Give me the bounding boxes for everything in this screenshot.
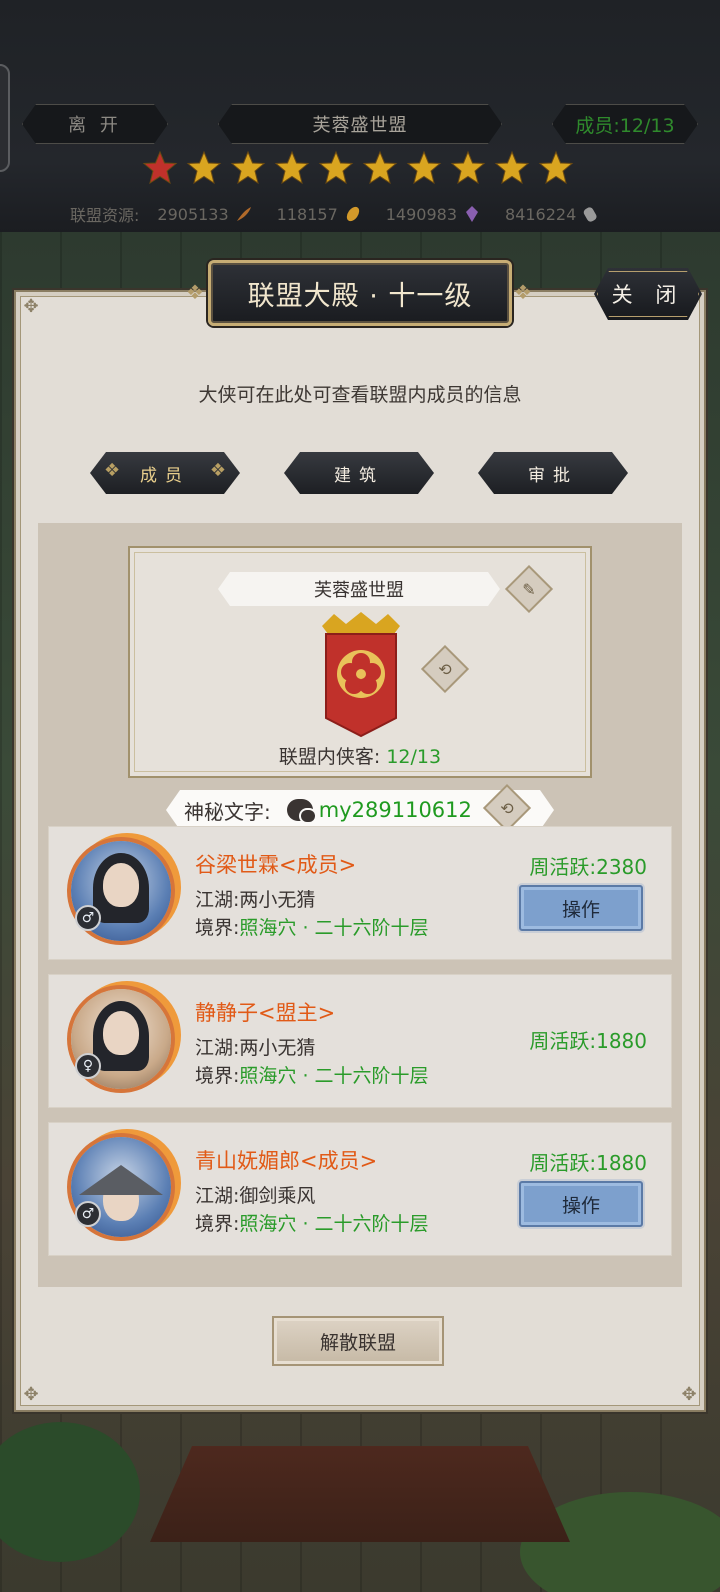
weekly-activity: 周活跃:2380 (529, 855, 647, 879)
realm-value: 照海穴 · 二十六阶十层 (239, 917, 429, 939)
leaf-coin-icon (344, 205, 362, 223)
male-icon: ♂ (75, 905, 101, 931)
member-name: 谷梁世霖<成员> (195, 853, 357, 877)
jianghu-label: 江湖: (195, 1037, 240, 1059)
alliance-name-header: 芙蓉盛世盟 (218, 104, 502, 144)
tab-label: 审批 (528, 465, 578, 486)
tab-members[interactable]: ❖ 成员 ❖ (90, 452, 240, 494)
member-card[interactable]: ♀ 静静子<盟主> 江湖:两小无猜 境界:照海穴 · 二十六阶十层 周活跃:18… (48, 974, 672, 1108)
resource-item: 1490983 (386, 205, 481, 224)
operate-button[interactable]: 操作 (519, 1181, 643, 1227)
realm-label: 境界: (195, 917, 240, 939)
secret-label: 神秘文字: (184, 799, 271, 824)
title-ornament-right: ❖ (514, 280, 532, 304)
weekly-activity: 周活跃:1880 (529, 1029, 647, 1053)
female-icon: ♀ (75, 1053, 101, 1079)
title-ornament-left: ❖ (186, 280, 204, 304)
tab-approval[interactable]: 审批 (478, 452, 628, 494)
resource-item: 2905133 (157, 205, 252, 224)
tab-ornament-icon: ❖ (209, 460, 226, 481)
realm-value: 照海穴 · 二十六阶十层 (239, 1065, 429, 1087)
realm-label: 境界: (195, 1065, 240, 1087)
member-count-label: 联盟内侠客: (278, 746, 381, 768)
member-realm: 境界:照海穴 · 二十六阶十层 (195, 913, 429, 940)
tab-buildings[interactable]: 建筑 (284, 452, 434, 494)
realm-value: 照海穴 · 二十六阶十层 (239, 1213, 429, 1235)
crystal-icon (463, 205, 481, 223)
star-icon (362, 150, 398, 186)
alliance-resources: 联盟资源: 2905133 118157 1490983 8416224 (70, 202, 624, 226)
operate-button[interactable]: 操作 (519, 885, 643, 931)
weekly-activity: 周活跃:1880 (529, 1151, 647, 1175)
close-button[interactable]: 关 闭 (594, 268, 702, 320)
jianghu-value: 御剑乘风 (239, 1185, 316, 1207)
star-icon (274, 150, 310, 186)
panel-title: 联盟大殿 · 十一级 (208, 260, 512, 326)
panel-description: 大侠可在此处可查看联盟内成员的信息 (198, 384, 522, 406)
star-icon (538, 150, 574, 186)
alliance-name: 芙蓉盛世盟 (218, 572, 500, 606)
member-jianghu: 江湖:两小无猜 (195, 1033, 315, 1060)
star-icon (186, 150, 222, 186)
member-realm: 境界:照海穴 · 二十六阶十层 (195, 1209, 429, 1236)
member-jianghu: 江湖:两小无猜 (195, 885, 315, 912)
alliance-star-rating (142, 150, 574, 186)
disband-alliance-button[interactable]: 解散联盟 (272, 1316, 444, 1366)
resource-item: 118157 (277, 205, 362, 224)
jianghu-label: 江湖: (195, 1185, 240, 1207)
alliance-banner-emblem (316, 612, 406, 740)
avatar-face (103, 1011, 139, 1055)
refresh-icon: ⟲ (500, 798, 514, 818)
corner-ornament: ✥ (23, 1384, 39, 1405)
star-icon (450, 150, 486, 186)
jianghu-value: 两小无猜 (239, 889, 316, 911)
resource-value: 2905133 (157, 204, 229, 224)
star-icon (406, 150, 442, 186)
resource-value: 1490983 (385, 204, 458, 224)
star-icon (318, 150, 354, 186)
member-realm: 境界:照海穴 · 二十六阶十层 (195, 1061, 429, 1088)
corner-ornament: ✥ (681, 1384, 697, 1405)
male-icon: ♂ (75, 1201, 101, 1227)
member-jianghu: 江湖:御剑乘风 (195, 1181, 315, 1208)
tab-label: 成员 (140, 465, 190, 486)
secret-value: my289110612 (318, 798, 472, 822)
alliance-header: 离 开 芙蓉盛世盟 成员:12/13 联盟资源: 2905133 118157 … (0, 0, 720, 232)
tab-label: 建筑 (334, 465, 384, 486)
scroll-icon (582, 205, 600, 223)
refresh-icon: ⟲ (438, 659, 452, 679)
leave-button[interactable]: 离 开 (22, 104, 168, 144)
realm-label: 境界: (195, 1213, 240, 1235)
resources-label: 联盟资源: (70, 206, 140, 225)
refresh-secret-button[interactable]: ⟲ (486, 787, 528, 829)
resource-value: 8416224 (505, 204, 577, 224)
corner-ornament: ✥ (23, 296, 39, 317)
member-card[interactable]: ♂ 谷梁世霖<成员> 江湖:两小无猜 境界:照海穴 · 二十六阶十层 周活跃:2… (48, 826, 672, 960)
pen-icon: ✎ (522, 579, 536, 599)
star-icon (142, 150, 178, 186)
jianghu-value: 两小无猜 (239, 1037, 316, 1059)
change-emblem-button[interactable]: ⟲ (424, 648, 466, 690)
tab-ornament-icon: ❖ (104, 460, 121, 481)
avatar-face (103, 863, 139, 907)
wechat-icon (287, 799, 313, 821)
side-drawer-handle[interactable] (0, 64, 10, 172)
member-card[interactable]: ♂ 青山妩媚郎<成员> 江湖:御剑乘风 境界:照海穴 · 二十六阶十层 周活跃:… (48, 1122, 672, 1256)
member-name: 静静子<盟主> (195, 1001, 336, 1025)
resource-item: 8416224 (505, 205, 600, 224)
star-icon (230, 150, 266, 186)
alliance-member-count: 联盟内侠客: 12/13 (128, 742, 592, 769)
member-count-badge: 成员:12/13 (552, 104, 698, 144)
avatar-hat (79, 1165, 163, 1195)
scene-tree (0, 1422, 140, 1562)
edit-name-button[interactable]: ✎ (508, 568, 550, 610)
member-name: 青山妩媚郎<成员> (195, 1149, 378, 1173)
member-count-value: 12/13 (386, 746, 442, 768)
feather-icon (235, 205, 253, 223)
star-icon (494, 150, 530, 186)
resource-value: 118157 (276, 204, 338, 224)
jianghu-label: 江湖: (195, 889, 240, 911)
